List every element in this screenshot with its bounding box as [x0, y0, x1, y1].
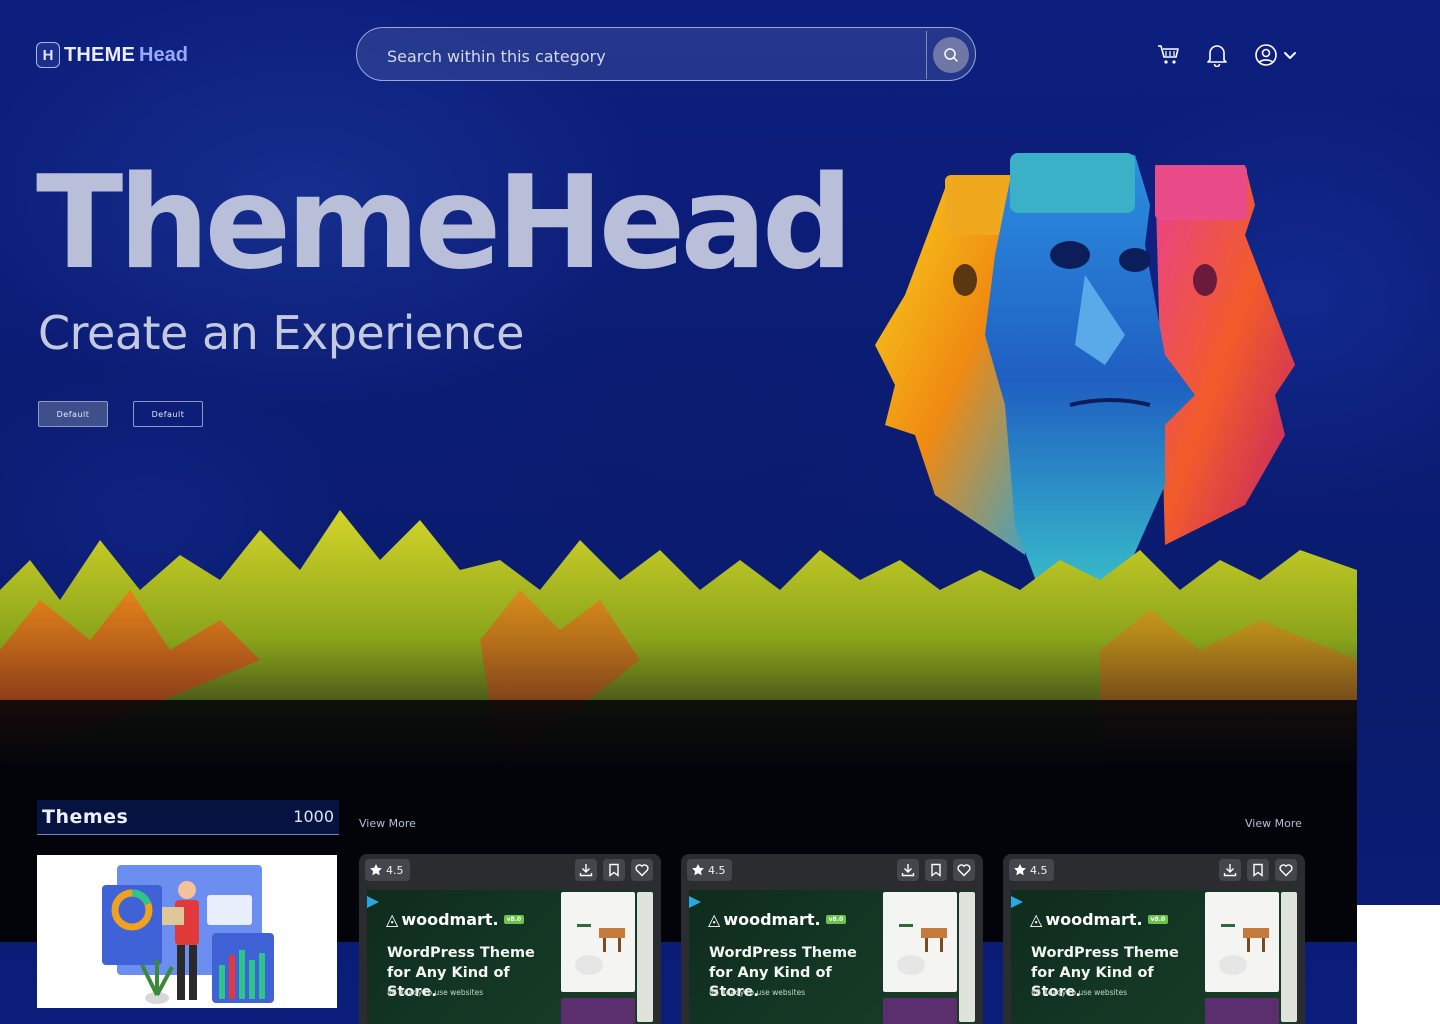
card-headline-line-1: WordPress Theme: [387, 945, 535, 961]
hero-default-button-secondary[interactable]: Default: [133, 401, 203, 427]
card-toolbar: 4.5: [359, 854, 661, 888]
brand-logo: ◬ woodmart. v8.0: [386, 910, 525, 929]
bookmark-button[interactable]: [1247, 859, 1269, 881]
favorite-button[interactable]: [1275, 859, 1297, 881]
card-preview: ◬ woodmart. v8.0 WordPress Theme for Any…: [367, 890, 653, 1024]
search-divider: [926, 31, 927, 79]
bookmark-icon: [609, 863, 619, 877]
themes-category-panel[interactable]: Themes 1000: [37, 800, 339, 1024]
brand-mark-icon: ◬: [708, 910, 721, 929]
rating-badge: 4.5: [1009, 859, 1054, 881]
favorite-button[interactable]: [953, 859, 975, 881]
brand-mark-icon: ◬: [1030, 910, 1043, 929]
rating-value: 4.5: [708, 863, 726, 877]
cart-icon: [1158, 45, 1179, 64]
chevron-down-icon: [1284, 52, 1296, 59]
card-headline-line-1: WordPress Theme: [1031, 945, 1179, 961]
rating-badge: 4.5: [365, 859, 410, 881]
download-icon: [901, 864, 915, 877]
site-logo[interactable]: H THEME Head: [36, 42, 188, 68]
page-edge-panel: [1357, 905, 1440, 1024]
rating-value: 4.5: [386, 863, 404, 877]
download-icon: [579, 864, 593, 877]
search-button[interactable]: [933, 37, 969, 73]
card-preview: ◬ woodmart. v8.0 WordPress Theme for Any…: [689, 890, 975, 1024]
hero-subtitle: Create an Experience: [38, 306, 524, 360]
hero-default-button-primary[interactable]: Default: [38, 401, 108, 427]
logo-text-head: Head: [139, 43, 188, 66]
heart-icon: [957, 864, 971, 877]
star-icon: [1014, 864, 1026, 876]
favorite-button[interactable]: [631, 859, 653, 881]
card-tagline: 88 Ready to use websites: [1031, 988, 1128, 997]
download-button[interactable]: [897, 859, 919, 881]
themes-title: Themes: [42, 806, 129, 828]
themes-panel-header: Themes 1000: [37, 800, 339, 835]
bell-icon: [1207, 45, 1227, 67]
preview-screenshots: [1205, 890, 1297, 1024]
bookmark-button[interactable]: [925, 859, 947, 881]
brand-logo: ◬ woodmart. v8.0: [1030, 910, 1169, 929]
download-button[interactable]: [1219, 859, 1241, 881]
logo-mark-icon: H: [36, 42, 60, 68]
theme-card[interactable]: 4.5 ◬ woodmart. v8.0 WordPress Theme for…: [681, 854, 983, 1024]
cart-button[interactable]: [1154, 40, 1184, 70]
brand-name: woodmart.: [723, 910, 821, 929]
top-header: H THEME Head: [0, 0, 1440, 110]
rating-value: 4.5: [1030, 863, 1048, 877]
card-preview: ◬ woodmart. v8.0 WordPress Theme for Any…: [1011, 890, 1297, 1024]
view-more-link-left[interactable]: View More: [359, 817, 416, 830]
heart-icon: [635, 864, 649, 877]
star-icon: [370, 864, 382, 876]
download-icon: [1223, 864, 1237, 877]
preview-screenshots: [883, 890, 975, 1024]
star-icon: [692, 864, 704, 876]
preview-screenshots: [561, 890, 653, 1024]
bookmark-icon: [1253, 863, 1263, 877]
brand-name: woodmart.: [401, 910, 499, 929]
theme-card[interactable]: 4.5 ◬ woodmart. v8.0 WordPress Theme for…: [359, 854, 661, 1024]
search-bar: [356, 27, 976, 84]
user-icon: [1255, 44, 1277, 66]
flag-icon: [689, 896, 701, 908]
brand-mark-icon: ◬: [386, 910, 399, 929]
card-tagline: 88 Ready to use websites: [709, 988, 806, 997]
themes-illustration: [37, 855, 337, 1008]
search-icon: [944, 48, 958, 62]
brand-name: woodmart.: [1045, 910, 1143, 929]
download-button[interactable]: [575, 859, 597, 881]
grass-artwork: [0, 510, 1357, 768]
hero-title: ThemeHead: [36, 149, 853, 298]
bookmark-button[interactable]: [603, 859, 625, 881]
brand-logo: ◬ woodmart. v8.0: [708, 910, 847, 929]
account-menu-button[interactable]: [1250, 40, 1302, 70]
card-headline-line-1: WordPress Theme: [709, 945, 857, 961]
version-badge: v8.0: [1147, 915, 1169, 924]
version-badge: v8.0: [503, 915, 525, 924]
theme-card[interactable]: 4.5 ◬ woodmart. v8.0 WordPress Theme for…: [1003, 854, 1305, 1024]
version-badge: v8.0: [825, 915, 847, 924]
flag-icon: [367, 896, 379, 908]
notifications-button[interactable]: [1202, 40, 1232, 70]
themes-count: 1000: [293, 807, 334, 826]
card-toolbar: 4.5: [1003, 854, 1305, 888]
card-toolbar: 4.5: [681, 854, 983, 888]
bookmark-icon: [931, 863, 941, 877]
rating-badge: 4.5: [687, 859, 732, 881]
flag-icon: [1011, 896, 1023, 908]
search-input[interactable]: [385, 28, 909, 84]
card-tagline: 88 Ready to use websites: [387, 988, 484, 997]
heart-icon: [1279, 864, 1293, 877]
logo-text-theme: THEME: [64, 43, 135, 66]
view-more-link-right[interactable]: View More: [1245, 817, 1302, 830]
